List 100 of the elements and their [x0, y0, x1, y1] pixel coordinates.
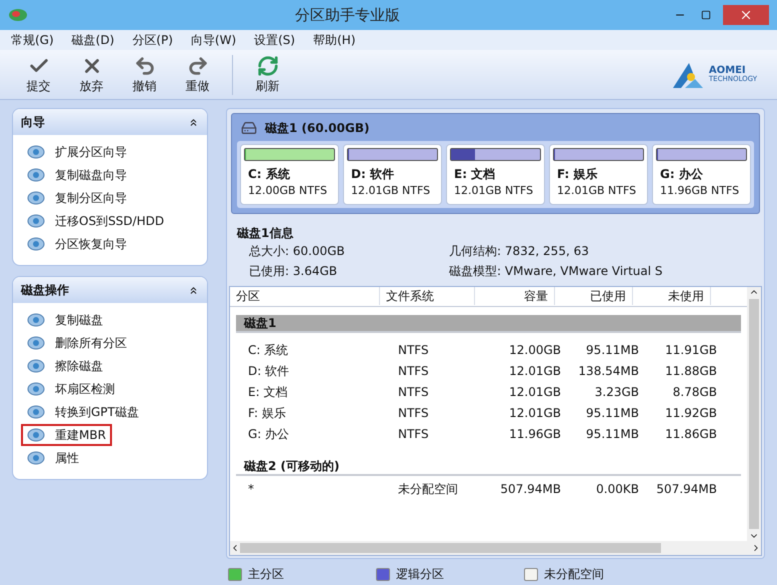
sidebar-item[interactable]: 属性	[21, 446, 85, 468]
logo-name: AOMEI	[708, 66, 746, 76]
sidebar-item[interactable]: 分区恢复向导	[21, 232, 133, 254]
menu-item[interactable]: 常规(G)	[4, 31, 61, 49]
partition-name: G: 办公	[659, 166, 704, 183]
sidebar-item[interactable]: 复制磁盘	[21, 308, 109, 330]
table-cell-text: 95.11MB	[585, 405, 640, 422]
disk-icon	[27, 334, 45, 350]
column-header[interactable]: 已使用	[555, 287, 633, 305]
partition-card[interactable]: F: 娱乐 12.01GB NTFS	[549, 144, 648, 204]
sidebar-item[interactable]: 擦除磁盘	[21, 354, 109, 376]
disk-icon	[27, 358, 45, 374]
partition-size: 12.01GB NTFS	[453, 183, 534, 199]
disk-icon	[27, 212, 45, 228]
info-text: 总大小: 60.00GB	[249, 242, 346, 260]
table-cell-text: 11.96GB	[508, 426, 562, 443]
sidebar-item[interactable]: 复制磁盘向导	[21, 164, 133, 186]
panel-title: 向导	[21, 114, 45, 131]
menu-item[interactable]: 向导(W)	[184, 31, 244, 49]
app-icon	[8, 8, 28, 22]
sidebar-item[interactable]: 删除所有分区	[21, 332, 133, 354]
redo-icon	[186, 54, 208, 76]
panel-title: 磁盘操作	[21, 282, 69, 299]
partition-size: 11.96GB NTFS	[659, 183, 740, 199]
toolbar-button[interactable]: 撤销	[118, 54, 171, 94]
partition-size: 12.01GB NTFS	[350, 183, 432, 199]
group-header[interactable]: 磁盘2 (可移动的)	[236, 458, 741, 476]
disk-icon	[27, 404, 45, 420]
table-cell-text: NTFS	[397, 426, 430, 443]
toolbar-button[interactable]: 刷新	[241, 54, 294, 94]
table-cell-text: 12.01GB	[508, 384, 562, 401]
column-header[interactable]: 分区	[230, 287, 380, 305]
table-cell-text: E: 文档	[247, 384, 288, 401]
refresh-icon	[256, 54, 278, 76]
close-icon	[739, 8, 753, 22]
window-title: 分区助手专业版	[294, 4, 401, 26]
disk-icon	[27, 236, 45, 252]
partition-card[interactable]: E: 文档 12.01GB NTFS	[446, 144, 545, 204]
table-cell-text: NTFS	[397, 363, 430, 380]
disk-icon	[27, 450, 45, 466]
partition-name: F: 娱乐	[556, 166, 599, 183]
table-cell-text: NTFS	[397, 405, 430, 422]
table-cell-text: G: 办公	[247, 426, 290, 443]
table-cell-text: 95.11MB	[585, 342, 640, 359]
toolbar-button[interactable]: 重做	[171, 54, 224, 94]
menu-item[interactable]: 分区(P)	[125, 31, 180, 49]
table-cell-text: *	[247, 481, 255, 498]
table-cell-text: NTFS	[397, 342, 430, 359]
menu-item[interactable]: 设置(S)	[247, 31, 302, 49]
column-header[interactable]: 容量	[475, 287, 555, 305]
table-cell-text: 未分配空间	[397, 481, 459, 498]
partition-card[interactable]: D: 软件 12.01GB NTFS	[343, 144, 442, 204]
disk-icon	[27, 426, 45, 442]
table-cell-text: 12.01GB	[508, 363, 562, 380]
toolbar-button[interactable]: 提交	[12, 54, 65, 94]
legend-label: 主分区	[248, 566, 284, 583]
collapse-icon[interactable]	[188, 284, 199, 296]
menu-item[interactable]: 磁盘(D)	[64, 31, 122, 49]
table-cell-text: NTFS	[397, 384, 430, 401]
collapse-icon[interactable]	[188, 116, 199, 128]
disk-icon	[27, 190, 45, 206]
sidebar-item[interactable]: 迁移OS到SSD/HDD	[21, 210, 170, 232]
panel-header[interactable]: 磁盘操作	[13, 277, 207, 303]
table-cell-text: D: 软件	[247, 363, 290, 380]
table-cell-text: 11.92GB	[664, 405, 718, 422]
info-title: 磁盘1信息	[237, 224, 294, 242]
disk-icon	[27, 312, 45, 328]
group-header[interactable]: 磁盘1	[236, 314, 741, 332]
sidebar-item[interactable]: 转换到GPT磁盘	[21, 400, 145, 422]
table-cell-text: 507.94MB	[499, 481, 562, 498]
menu-item[interactable]: 帮助(H)	[306, 31, 362, 49]
horizontal-scrollbar[interactable]	[230, 541, 761, 555]
sidebar-item[interactable]: 坏扇区检测	[21, 378, 121, 400]
column-header[interactable]: 未使用	[633, 287, 711, 305]
legend-label: 逻辑分区	[396, 566, 444, 583]
table-cell-text: 8.78GB	[672, 384, 718, 401]
table-cell-text: 11.91GB	[664, 342, 718, 359]
disk-icon	[27, 144, 45, 160]
disk-icon	[27, 380, 45, 396]
close-button[interactable]	[723, 5, 769, 25]
sidebar-item[interactable]: 复制分区向导	[21, 186, 133, 208]
table-cell-text: 12.01GB	[508, 405, 562, 422]
maximize-icon	[701, 10, 711, 20]
undo-icon	[134, 54, 156, 76]
column-header[interactable]: 文件系统	[380, 287, 475, 305]
partition-name: E: 文档	[453, 166, 496, 183]
partition-card[interactable]: G: 办公 11.96GB NTFS	[652, 144, 751, 204]
table-cell-text: 12.00GB	[508, 342, 562, 359]
vertical-scrollbar[interactable]	[747, 286, 761, 541]
partition-card[interactable]: C: 系统 12.00GB NTFS	[240, 144, 339, 204]
toolbar-button[interactable]: 放弃	[65, 54, 118, 94]
table-cell-text: 11.86GB	[664, 426, 718, 443]
table-cell-text: C: 系统	[247, 342, 290, 359]
table-cell-text: 507.94MB	[655, 481, 718, 498]
partition-name: D: 软件	[350, 166, 395, 183]
info-text: 磁盘模型: VMware, VMware Virtual S	[449, 262, 664, 280]
sidebar-item[interactable]: 扩展分区向导	[21, 140, 133, 162]
sidebar-item[interactable]: 重建MBR	[21, 424, 112, 446]
table-cell-text: 95.11MB	[585, 426, 640, 443]
panel-header[interactable]: 向导	[13, 109, 207, 135]
